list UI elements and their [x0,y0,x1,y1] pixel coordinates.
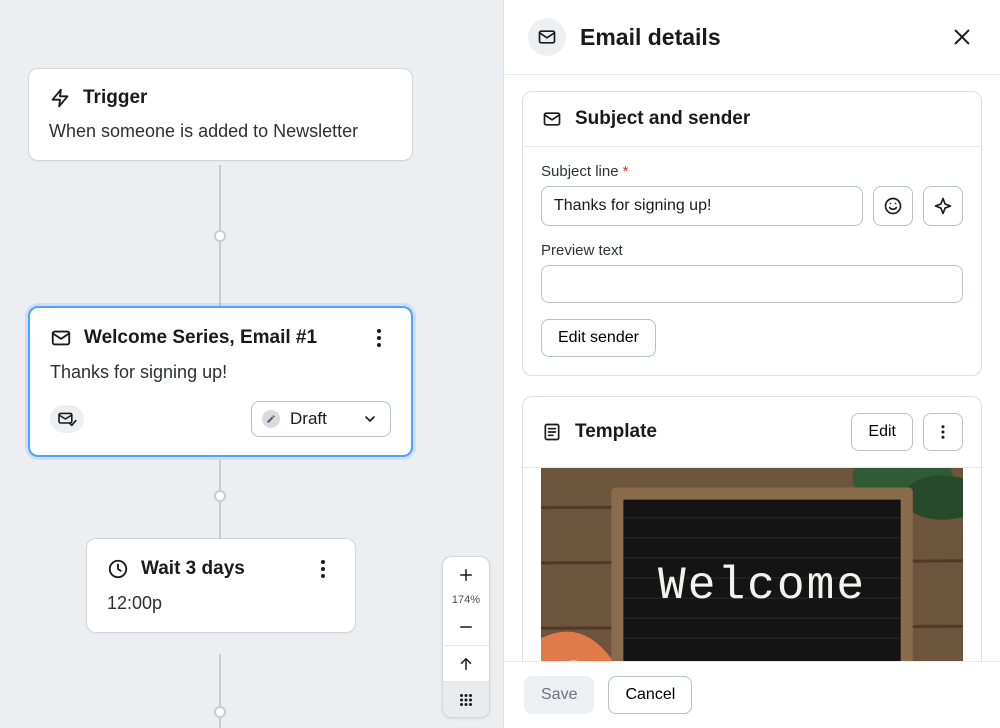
template-more-button[interactable] [923,413,963,451]
save-button[interactable]: Save [524,676,594,714]
mail-icon [528,18,566,56]
email-node[interactable]: Welcome Series, Email #1 Thanks for sign… [28,306,413,457]
cancel-button[interactable]: Cancel [608,676,692,714]
canvas-overview-button[interactable] [443,681,489,717]
pencil-icon [262,410,280,428]
email-node-title: Welcome Series, Email #1 [84,327,317,349]
ai-sparkle-button[interactable] [923,186,963,226]
template-card: Template Edit [522,396,982,661]
mail-check-icon [50,405,84,433]
wait-node[interactable]: Wait 3 days 12:00p [86,538,356,633]
trigger-title: Trigger [83,87,147,109]
lightning-icon [49,87,71,109]
zoom-controls: 174% [442,556,490,718]
subject-sender-card: Subject and sender Subject line* Preview… [522,91,982,376]
chevron-down-icon [362,411,378,427]
clock-icon [107,558,129,580]
panel-header: Email details [504,0,1000,75]
email-node-preview: Thanks for signing up! [50,362,391,383]
edit-template-button[interactable]: Edit [851,413,913,451]
preview-text-input[interactable] [541,265,963,303]
subject-line-label: Subject line* [541,163,963,180]
emoji-button[interactable] [873,186,913,226]
wait-title: Wait 3 days [141,558,245,580]
trigger-node[interactable]: Trigger When someone is added to Newslet… [28,68,413,161]
zoom-level: 174% [452,593,480,609]
trigger-description: When someone is added to Newsletter [49,121,392,142]
status-label: Draft [290,409,327,429]
zoom-out-button[interactable] [443,609,489,645]
close-button[interactable] [948,23,976,51]
mail-icon [541,108,563,130]
panel-title: Email details [580,24,721,51]
template-card-title: Template [575,421,657,443]
workflow-canvas[interactable]: Trigger When someone is added to Newslet… [0,0,502,728]
preview-text-label: Preview text [541,242,963,259]
zoom-in-button[interactable] [443,557,489,593]
template-preview[interactable]: Welcome [541,468,963,661]
wait-node-more-button[interactable] [311,557,335,581]
connector-node[interactable] [214,490,226,502]
subject-card-title: Subject and sender [575,108,750,130]
email-node-more-button[interactable] [367,326,391,350]
connector-node[interactable] [214,230,226,242]
zoom-reset-button[interactable] [443,645,489,681]
mail-icon [50,327,72,349]
template-icon [541,421,563,443]
email-details-panel: Email details Subject and sender Subject… [503,0,1000,728]
status-dropdown[interactable]: Draft [251,401,391,437]
template-hero-text: Welcome [658,560,866,612]
edit-sender-button[interactable]: Edit sender [541,319,656,357]
connector-node[interactable] [214,706,226,718]
panel-footer: Save Cancel [504,661,1000,728]
wait-time: 12:00p [107,593,335,614]
subject-line-input[interactable] [541,186,863,226]
